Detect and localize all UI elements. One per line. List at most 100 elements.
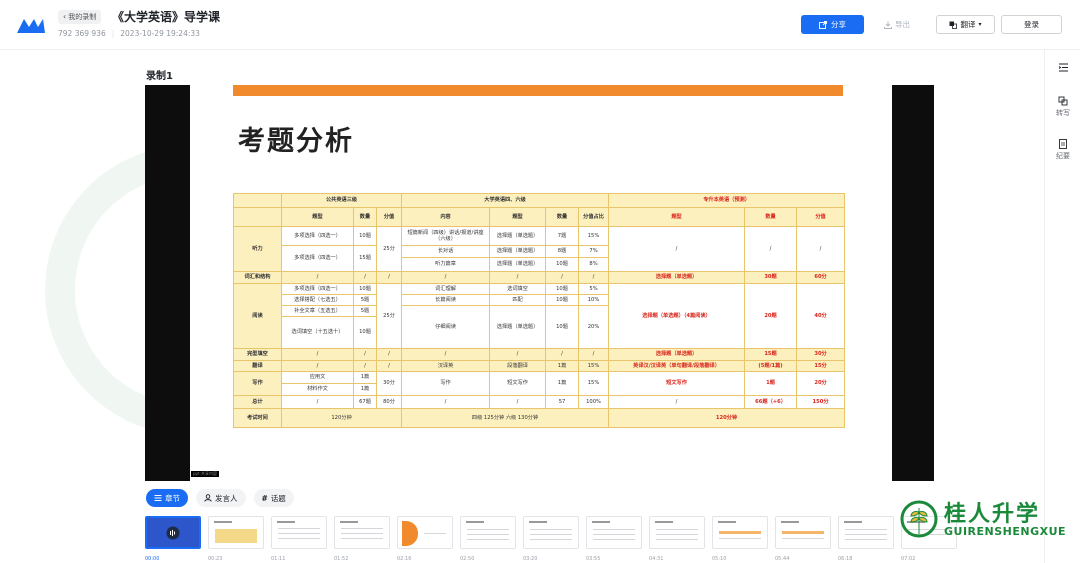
- brand-name-en: GUIRENSHENGXUE: [944, 525, 1067, 538]
- chapter-thumbnail[interactable]: [397, 516, 453, 549]
- table-row: 公共英语三级 大学英语四、六级 专升本英语（预测）: [233, 193, 846, 208]
- rail-summary-label: 纪要: [1056, 152, 1070, 160]
- table-cell: /: [545, 348, 580, 361]
- rail-summary-button[interactable]: 纪要: [1045, 139, 1080, 161]
- table-cell: /: [375, 348, 403, 361]
- tab-speakers-label: 发言人: [215, 493, 238, 503]
- export-button[interactable]: 导出: [884, 15, 910, 34]
- rail-outline-button[interactable]: [1045, 62, 1080, 73]
- table-cell: 选择题（单选题）: [608, 271, 746, 284]
- table-cell: 7%: [578, 245, 610, 258]
- table-cell: 选择题（单选题）: [608, 348, 746, 361]
- row-header: 写作: [233, 371, 282, 396]
- column-header: 分值占比: [578, 207, 610, 227]
- rail-transcript-button[interactable]: 转写: [1045, 96, 1080, 118]
- table-cell: 10%: [578, 294, 610, 306]
- table-cell: 选词填空: [489, 283, 547, 295]
- table-cell: 10题: [353, 316, 377, 349]
- table-cell: 短篇新闻（四级）讲话/报道/讲座（六级）: [401, 226, 491, 246]
- chapter-thumbnail[interactable]: [838, 516, 894, 549]
- table-cell: /: [744, 226, 798, 272]
- chapter-thumbnail[interactable]: [145, 516, 201, 549]
- table-row: 完型填空 / / / / / / / 选择题（单选题） 15题 30分: [233, 348, 846, 361]
- table-cell: 四级 125分钟 六级 130分钟: [401, 408, 610, 428]
- table-cell: 20题: [744, 283, 798, 349]
- row-header: 总计: [233, 395, 282, 409]
- table-cell: /: [353, 360, 377, 372]
- chapter-timestamp: 01:52: [334, 556, 349, 562]
- table-cell: 30分: [375, 371, 403, 396]
- table-cell: 选择题（单选题）: [489, 245, 547, 258]
- video-player[interactable]: 考题分析 公共英语三级 大学英语四、六级 专升本英语（预测） 题型 数量 分值 …: [145, 85, 934, 481]
- table-cell: 30分: [796, 348, 846, 361]
- chapter-timestamp: 04:31: [649, 556, 664, 562]
- table-cell: 写作: [401, 371, 491, 396]
- rail-transcript-label: 转写: [1056, 109, 1070, 117]
- brand-name-cn: 桂人升学: [944, 502, 1041, 527]
- table-cell: 补全文章（五选五）: [281, 305, 354, 317]
- exam-analysis-table: 公共英语三级 大学英语四、六级 专升本英语（预测） 题型 数量 分值 内容 题型…: [233, 193, 846, 428]
- table-cell: 120分钟: [608, 408, 846, 428]
- back-to-recordings-button[interactable]: ‹ 我的录制: [58, 10, 102, 24]
- chapter-thumbnail[interactable]: [649, 516, 705, 549]
- table-cell: 60分: [796, 271, 846, 284]
- chapter-thumbnail[interactable]: [523, 516, 579, 549]
- chevron-left-icon: ‹: [63, 12, 67, 21]
- chapter-thumbnail[interactable]: [208, 516, 264, 549]
- table-cell: /: [489, 271, 547, 284]
- table-cell: 10题: [353, 283, 377, 295]
- chapter-thumbnail[interactable]: [775, 516, 831, 549]
- chapter-timestamp: 01:11: [271, 556, 286, 562]
- table-cell: 段落翻译: [489, 360, 547, 372]
- table-cell: /: [401, 395, 491, 409]
- table-cell: 匹配: [489, 294, 547, 306]
- meta-divider: |: [111, 29, 115, 38]
- login-button[interactable]: 登录: [1001, 15, 1062, 34]
- table-cell: 8%: [578, 257, 610, 272]
- tab-speakers[interactable]: 发言人: [196, 489, 246, 507]
- table-cell: 材料作文: [281, 383, 354, 396]
- audio-wave-icon: [166, 526, 180, 540]
- table-cell: /: [401, 348, 491, 361]
- slide-title: 考题分析: [238, 126, 354, 157]
- table-cell: 15题: [353, 245, 377, 272]
- table-row: 词汇和结构 / / / / / / / 选择题（单选题） 30题 60分: [233, 271, 846, 284]
- table-cell: 长对话: [401, 245, 491, 258]
- table-cell: 10题: [545, 305, 580, 349]
- translate-dropdown[interactable]: 翻译 ▾: [936, 15, 995, 34]
- table-cell: 25分: [375, 226, 403, 272]
- share-button[interactable]: 分享: [801, 15, 864, 34]
- back-label: 我的录制: [68, 13, 97, 21]
- table-cell: /: [281, 271, 354, 284]
- column-header: 内容: [401, 207, 491, 227]
- table-cell: 词汇理解: [401, 283, 491, 295]
- table-cell: 66题（+6）: [744, 395, 798, 409]
- table-cell: 长篇阅读: [401, 294, 491, 306]
- table-cell: 30题: [744, 271, 798, 284]
- chapter-timestamp: 06:18: [838, 556, 853, 562]
- share-icon: [819, 20, 827, 29]
- row-header: 阅读: [233, 283, 282, 349]
- table-row: 听力 多项选择（四选一） 10题 25分 短篇新闻（四级）讲话/报道/讲座（六级…: [233, 226, 846, 272]
- chapter-timestamp: 00:00: [145, 556, 160, 562]
- chapter-thumbnail[interactable]: [586, 516, 642, 549]
- meeting-id: 792 369 936: [58, 29, 106, 38]
- chapter-thumbnail[interactable]: [712, 516, 768, 549]
- app-logo-icon[interactable]: [16, 15, 46, 35]
- tab-chapters[interactable]: 章节: [146, 489, 188, 507]
- chapter-thumbnail[interactable]: [271, 516, 327, 549]
- table-cell: 15%: [578, 360, 610, 372]
- table-cell: 1篇: [353, 371, 377, 384]
- table-cell: 1题: [744, 371, 798, 396]
- tab-topics[interactable]: # 话题: [253, 489, 294, 507]
- summary-icon: [1059, 139, 1067, 149]
- caret-down-icon: ▾: [978, 21, 982, 28]
- table-row: 考试时间 120分钟 四级 125分钟 六级 130分钟 120分钟: [233, 408, 846, 428]
- chapter-timestamp: 02:50: [460, 556, 475, 562]
- column-header: 题型: [281, 207, 354, 227]
- transcript-icon: [1058, 96, 1068, 106]
- list-icon: [154, 495, 162, 501]
- chapter-thumbnail[interactable]: [334, 516, 390, 549]
- table-cell: /: [375, 360, 403, 372]
- chapter-thumbnail[interactable]: [460, 516, 516, 549]
